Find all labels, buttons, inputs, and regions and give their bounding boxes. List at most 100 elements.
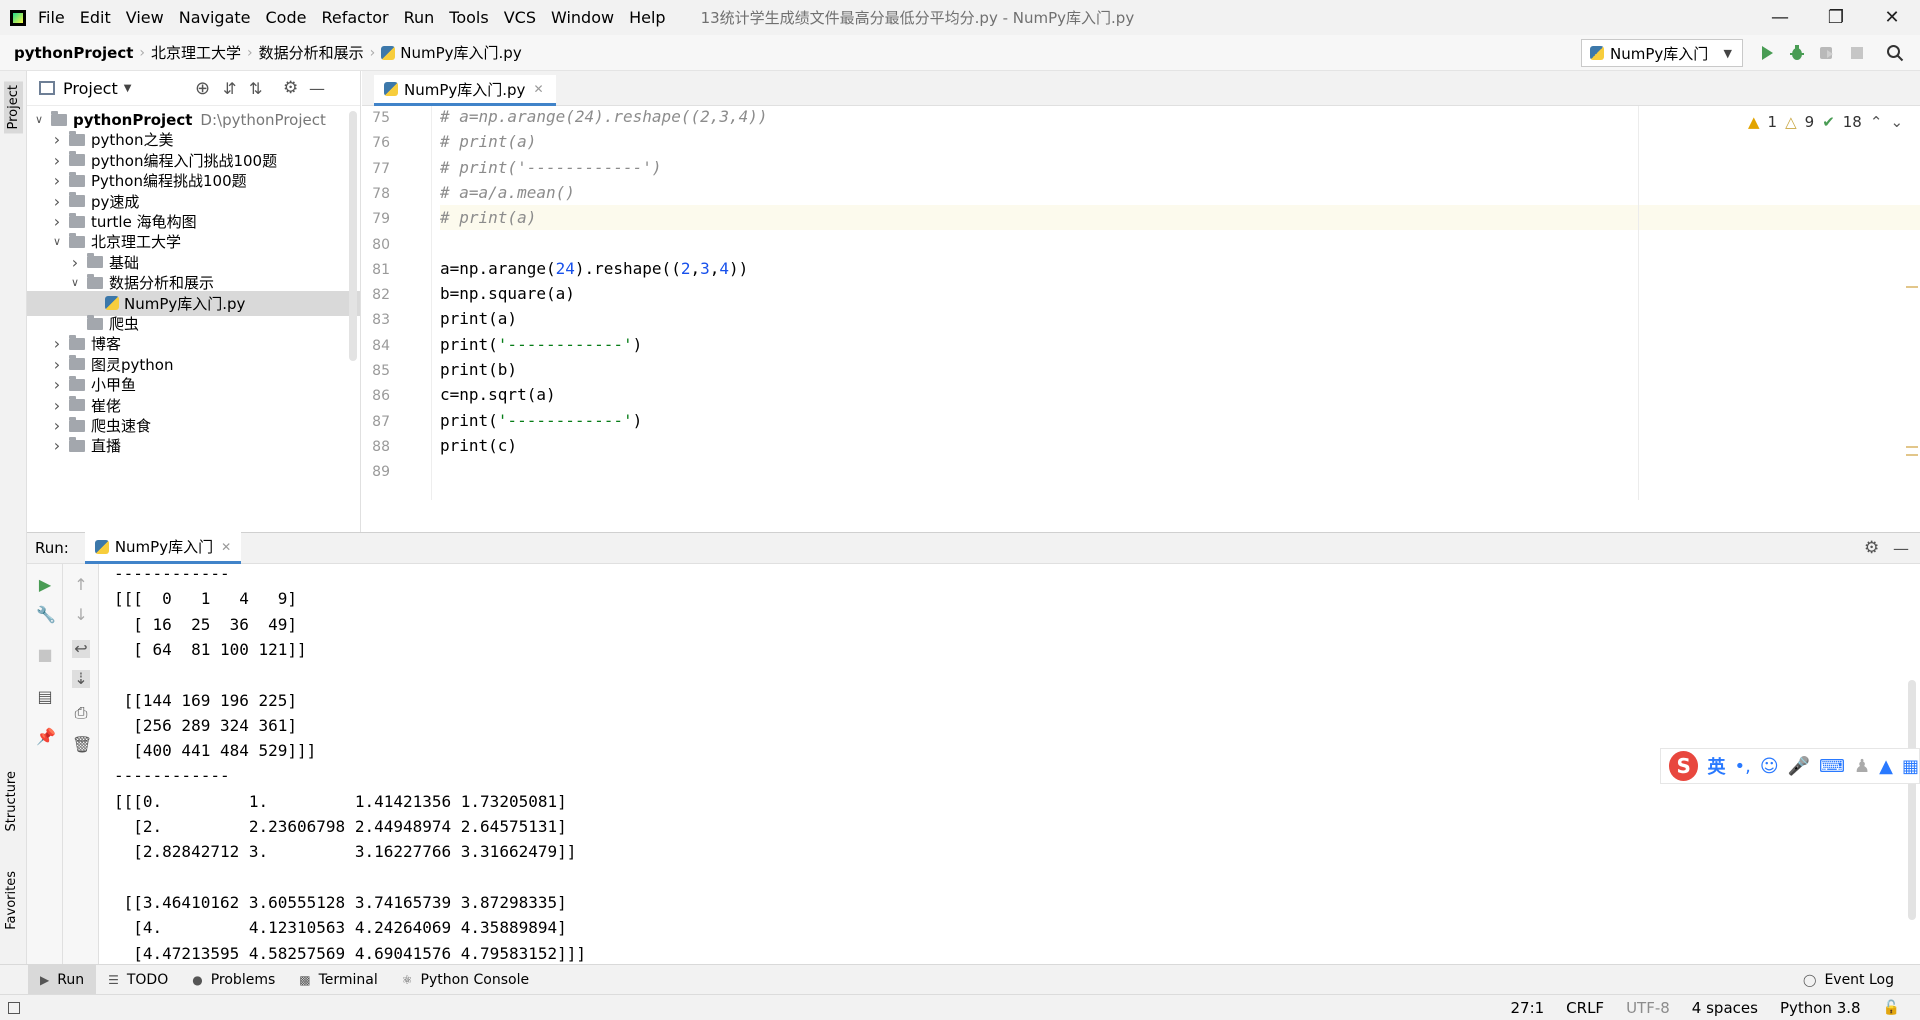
skin-icon[interactable]: ▲	[1879, 756, 1893, 777]
hide-panel-icon[interactable]: —	[1893, 539, 1909, 558]
error-stripe-mark[interactable]	[1906, 446, 1918, 448]
file-encoding[interactable]: UTF-8	[1626, 999, 1670, 1017]
ime-toolbar[interactable]: S 英 •, ☺ 🎤 ⌨ ♟ ▲ ▦	[1660, 748, 1920, 784]
stop-icon[interactable]	[1848, 44, 1866, 62]
minimize-icon[interactable]: —	[1752, 0, 1808, 35]
chevron-right-icon[interactable]: ›	[51, 151, 63, 170]
breadcrumb-subfolder[interactable]: 数据分析和展示	[259, 42, 364, 63]
chevron-right-icon[interactable]: ›	[51, 416, 63, 435]
todo-tool-button[interactable]: ☰ TODO	[96, 965, 180, 995]
project-view-select[interactable]: Project	[63, 79, 118, 98]
chevron-right-icon[interactable]: ›	[51, 396, 63, 415]
menu-help[interactable]: Help	[629, 8, 665, 27]
ime-punctuation-toggle[interactable]: •,	[1734, 756, 1750, 777]
expand-all-icon[interactable]: ⇵	[223, 79, 236, 98]
gear-icon[interactable]: ⚙	[1864, 538, 1879, 558]
inspection-widget[interactable]: ▲ 1 △ 9 ✔ 18 ⌃ ⌄	[1748, 112, 1911, 132]
chevron-right-icon[interactable]: ›	[51, 355, 63, 374]
next-highlight-icon[interactable]: ⌄	[1890, 113, 1903, 131]
emoji-icon[interactable]: ☺	[1760, 756, 1779, 777]
lock-icon[interactable]: 🔓	[1883, 1000, 1900, 1016]
chevron-right-icon[interactable]: ›	[51, 375, 63, 394]
menu-refactor[interactable]: Refactor	[321, 8, 388, 27]
chevron-down-icon[interactable]: ▼	[124, 83, 132, 94]
menu-tools[interactable]: Tools	[449, 8, 488, 27]
pin-icon[interactable]: 📌	[36, 728, 56, 746]
chevron-right-icon[interactable]: ›	[51, 212, 63, 231]
menu-run[interactable]: Run	[404, 8, 435, 27]
breadcrumb-file[interactable]: NumPy库入门.py	[400, 42, 521, 63]
rerun-icon[interactable]: ▶	[36, 576, 54, 594]
search-icon[interactable]	[1886, 44, 1904, 62]
menu-vcs[interactable]: VCS	[504, 8, 536, 27]
chevron-right-icon[interactable]: ›	[51, 171, 63, 190]
collapse-all-icon[interactable]: ⇅	[249, 79, 262, 98]
chevron-right-icon[interactable]: ›	[51, 130, 63, 149]
indent-setting[interactable]: 4 spaces	[1692, 999, 1758, 1017]
chevron-right-icon[interactable]: ›	[51, 436, 63, 455]
structure-stripe-tab[interactable]: Structure	[4, 771, 19, 831]
chevron-down-icon[interactable]: ∨	[69, 276, 81, 289]
menu-code[interactable]: Code	[266, 8, 307, 27]
gear-icon[interactable]: ⚙	[283, 78, 298, 98]
wrench-icon[interactable]: 🔧	[36, 606, 56, 624]
layout-icon[interactable]: ▤	[36, 688, 54, 706]
tree-scrollbar[interactable]	[349, 111, 357, 361]
ime-language-toggle[interactable]: 英	[1707, 753, 1725, 779]
chevron-right-icon[interactable]: ›	[51, 334, 63, 353]
tree-item[interactable]: › 直播	[27, 433, 360, 458]
scroll-to-end-icon[interactable]: ⇣	[72, 670, 90, 688]
menu-navigate[interactable]: Navigate	[179, 8, 251, 27]
project-stripe-tab[interactable]: Project	[4, 81, 23, 134]
previous-highlight-icon[interactable]: ⌃	[1870, 113, 1883, 131]
trash-icon[interactable]: 🗑	[72, 736, 92, 754]
favorites-stripe-tab[interactable]: Favorites	[4, 871, 19, 930]
caret-position[interactable]: 27:1	[1510, 999, 1544, 1017]
coverage-icon[interactable]	[1818, 44, 1836, 62]
menu-edit[interactable]: Edit	[80, 8, 111, 27]
run-tool-button[interactable]: ▶ Run	[28, 964, 97, 995]
microphone-icon[interactable]: 🎤	[1788, 756, 1810, 777]
scroll-down-icon[interactable]: ↓	[72, 606, 90, 624]
menu-window[interactable]: Window	[551, 8, 614, 27]
chevron-right-icon[interactable]: ›	[69, 253, 81, 272]
menu-file[interactable]: File	[38, 8, 65, 27]
breadcrumb-project[interactable]: pythonProject	[14, 44, 133, 62]
chevron-right-icon[interactable]: ›	[51, 192, 63, 211]
terminal-tool-button[interactable]: ▩ Terminal	[287, 965, 390, 995]
print-icon[interactable]: ⎙	[72, 704, 90, 722]
run-tab[interactable]: NumPy库入门 ✕	[84, 532, 242, 564]
event-log-tool-button[interactable]: ◯ Event Log	[1791, 965, 1906, 995]
console-scrollbar[interactable]	[1908, 680, 1916, 920]
grid-menu-icon[interactable]: ▦	[1902, 756, 1919, 777]
error-stripe-mark[interactable]	[1906, 454, 1918, 456]
close-tab-icon[interactable]: ✕	[533, 82, 543, 96]
user-icon[interactable]: ♟	[1854, 756, 1870, 777]
editor-tab[interactable]: NumPy库入门.py ✕	[374, 75, 556, 106]
soft-wrap-icon[interactable]: ↩	[72, 640, 90, 658]
scroll-up-icon[interactable]: ↑	[72, 576, 90, 594]
chevron-down-icon[interactable]: ∨	[33, 113, 45, 126]
python-interpreter[interactable]: Python 3.8	[1780, 999, 1861, 1017]
close-window-icon[interactable]: ✕	[1864, 0, 1920, 35]
error-stripe-mark[interactable]	[1906, 286, 1918, 288]
keyboard-icon[interactable]: ⌨	[1819, 756, 1845, 777]
tool-windows-toggle-icon[interactable]	[8, 1001, 20, 1014]
locate-file-icon[interactable]: ⊕	[195, 78, 210, 99]
run-icon[interactable]	[1758, 44, 1776, 62]
breadcrumb-folder[interactable]: 北京理工大学	[151, 42, 241, 63]
hide-panel-icon[interactable]: —	[309, 79, 325, 98]
run-console-output[interactable]: ------------[[[ 0 1 4 9] [ 16 25 36 49] …	[99, 564, 1920, 964]
sogou-logo-icon[interactable]: S	[1669, 751, 1699, 781]
close-tab-icon[interactable]: ✕	[221, 540, 231, 554]
line-separator[interactable]: CRLF	[1566, 999, 1604, 1017]
problems-tool-button[interactable]: ● Problems	[180, 965, 287, 995]
code-editor[interactable]: # a=np.arange(24).reshape((2,3,4)) # prin…	[432, 106, 1920, 500]
debug-icon[interactable]	[1788, 44, 1806, 62]
restore-icon[interactable]: ❐	[1808, 0, 1864, 35]
python-console-tool-button[interactable]: ⚛ Python Console	[390, 965, 541, 995]
menu-view[interactable]: View	[126, 8, 164, 27]
chevron-down-icon[interactable]: ∨	[51, 235, 63, 248]
stop-icon[interactable]: ■	[36, 646, 54, 664]
run-configuration-select[interactable]: NumPy库入门 ▼	[1581, 39, 1743, 67]
